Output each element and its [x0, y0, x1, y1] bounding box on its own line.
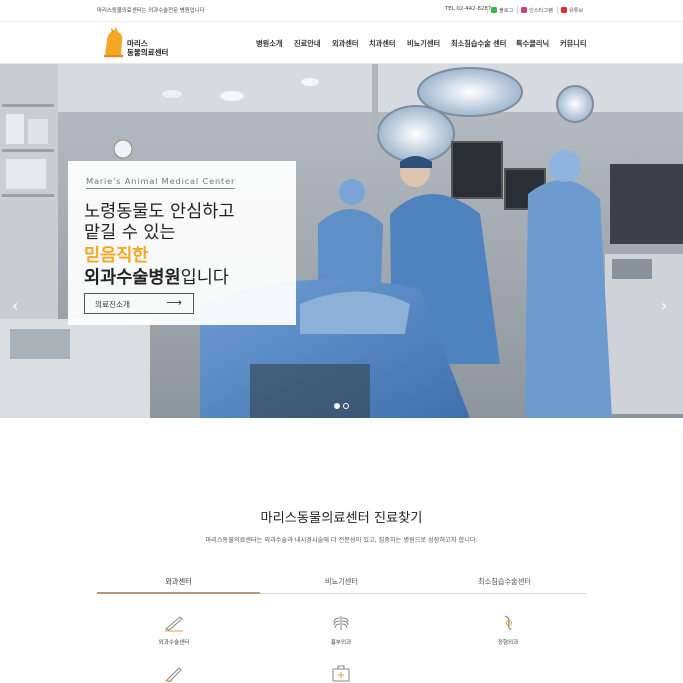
nav-surgery-center[interactable]: 외과센터	[332, 39, 358, 49]
nav-dental-center[interactable]: 치과센터	[369, 39, 395, 49]
tab-surgery-center[interactable]: 외과센터	[97, 572, 260, 594]
logo-text-line2: 동물의료센터	[127, 48, 169, 57]
service-item-4[interactable]	[114, 664, 234, 682]
arrow-right-icon: ⟶	[166, 296, 182, 309]
site-logo[interactable]: 마리스 동물의료센터	[99, 26, 177, 59]
slider-pagination	[334, 403, 349, 409]
hero-headline-line2: 맡길 수 있는	[84, 223, 176, 243]
top-bar: 마리스동물의료센터는 외과수술전문 병원입니다 TEL 02-442-8287 …	[0, 0, 683, 22]
center-tabs: 외과센터 비뇨기센터 최소침습수술센터	[97, 572, 586, 594]
service-surgery[interactable]: 외과수술센터	[114, 614, 234, 646]
phone-number[interactable]: TEL 02-442-8287	[445, 6, 491, 12]
youtube-link[interactable]: 유튜브	[561, 5, 583, 15]
service-label: 외과수술센터	[158, 640, 190, 646]
tab-minimally-invasive-center[interactable]: 최소침습수술센터	[423, 572, 586, 594]
medical-staff-button[interactable]: 의료진소개 ⟶	[84, 293, 194, 314]
service-label: 흉부외과	[330, 640, 352, 646]
pen-icon	[165, 667, 182, 682]
divider	[517, 6, 518, 14]
hero-caption-box: Marie's Animal Medical Center 노령동물도 안심하고…	[68, 161, 296, 325]
divider	[557, 6, 558, 14]
nav-urology-center[interactable]: 비뇨기센터	[407, 39, 440, 49]
service-label: 정형외과	[497, 640, 519, 646]
hero-headline-tail: 입니다	[180, 268, 229, 288]
section-description: 마리스동물의료센터는 외과수술과 내시경시술에 더 전문성이 있고, 집중하는 …	[205, 537, 478, 544]
tab-urology-center[interactable]: 비뇨기센터	[260, 572, 423, 594]
instagram-label: 인스타그램	[529, 7, 553, 14]
hero-subtitle: Marie's Animal Medical Center	[86, 176, 236, 189]
slider-dot-1[interactable]	[334, 403, 340, 409]
nav-hospital-intro[interactable]: 병원소개	[256, 39, 282, 49]
joint-icon	[504, 615, 512, 631]
blog-link[interactable]: 블로그	[491, 5, 513, 15]
blog-label: 블로그	[499, 7, 514, 14]
instagram-icon	[521, 7, 527, 13]
youtube-label: 유튜브	[569, 7, 584, 14]
medical-staff-button-label: 의료진소개	[95, 300, 130, 309]
slider-dot-2[interactable]	[343, 403, 349, 409]
service-thoracic[interactable]: 흉부외과	[281, 614, 401, 646]
youtube-icon	[561, 7, 567, 13]
hospital-notice: 마리스동물의료센터는 외과수술전문 병원입니다	[97, 8, 205, 14]
medical-kit-icon	[332, 665, 350, 682]
instagram-link[interactable]: 인스타그램	[521, 5, 553, 15]
nav-treatment-guide[interactable]: 진료안내	[294, 39, 320, 49]
blog-icon	[491, 7, 497, 13]
section-title: 마리스동물의료센터 진료찾기	[260, 511, 423, 526]
nav-community[interactable]: 커뮤니티	[560, 39, 586, 49]
dog-logo-icon	[104, 27, 123, 58]
nav-special-clinic[interactable]: 특수클리닉	[516, 39, 549, 49]
divider	[487, 6, 488, 14]
slider-next-arrow[interactable]: ›	[661, 296, 667, 315]
nav-minimally-invasive-center[interactable]: 최소침습수술 센터	[451, 39, 506, 49]
hero-headline-line4: 외과수술병원입니다	[84, 264, 229, 289]
scalpel-icon	[165, 616, 183, 632]
service-orthopedics[interactable]: 정형외과	[448, 614, 568, 646]
hero-headline-bold: 외과수술병원	[84, 268, 181, 288]
ribcage-icon	[333, 616, 349, 630]
slider-prev-arrow[interactable]: ‹	[12, 296, 18, 315]
service-item-5[interactable]	[281, 664, 401, 682]
site-header: 마리스 동물의료센터 병원소개 진료안내 외과센터 치과센터 비뇨기센터 최소침…	[0, 22, 683, 64]
